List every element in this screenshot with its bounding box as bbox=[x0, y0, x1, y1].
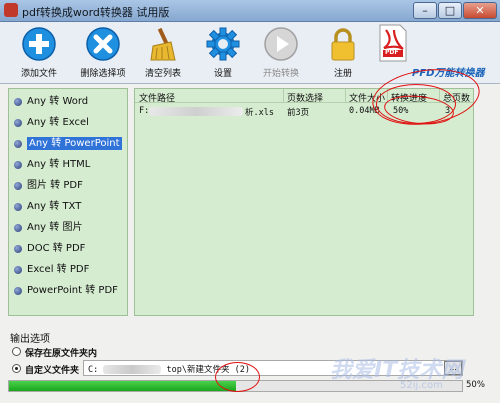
save-original-radio[interactable] bbox=[12, 347, 21, 356]
close-button[interactable]: ✕ bbox=[463, 2, 497, 19]
custom-folder-radio[interactable] bbox=[12, 364, 21, 373]
pdf-logo: PDF bbox=[378, 24, 408, 62]
window-title: pdf转换成word转换器 试用版 bbox=[22, 6, 170, 19]
bullet-icon bbox=[14, 119, 22, 127]
nav-any-to-word[interactable]: Any 转 Word bbox=[11, 93, 125, 111]
output-options-label: 输出选项 bbox=[10, 334, 50, 345]
gear-icon bbox=[206, 27, 240, 61]
annotation-circle bbox=[215, 362, 260, 392]
bullet-icon bbox=[14, 182, 22, 190]
nav-any-to-html[interactable]: Any 转 HTML bbox=[11, 156, 125, 174]
add-file-button[interactable]: 添加文件 bbox=[8, 26, 70, 82]
delete-icon bbox=[86, 27, 120, 61]
custom-folder-label[interactable]: 自定义文件夹 bbox=[25, 363, 79, 376]
nav-powerpoint-to-pdf[interactable]: PowerPoint 转 PDF bbox=[11, 282, 125, 300]
progress-fill bbox=[9, 381, 236, 391]
broom-icon bbox=[150, 27, 176, 61]
clear-list-button[interactable]: 清空列表 bbox=[132, 26, 194, 82]
title-bar: pdf转换成word转换器 试用版 – □ ✕ bbox=[0, 0, 500, 22]
nav-doc-to-pdf[interactable]: DOC 转 PDF bbox=[11, 240, 125, 258]
bullet-icon bbox=[14, 224, 22, 232]
delete-selected-button[interactable]: 删除选择项 bbox=[72, 26, 134, 82]
settings-button[interactable]: 设置 bbox=[192, 26, 254, 82]
play-icon bbox=[264, 27, 298, 61]
bullet-icon bbox=[14, 98, 22, 106]
bullet-icon bbox=[14, 266, 22, 274]
nav-any-to-txt[interactable]: Any 转 TXT bbox=[11, 198, 125, 216]
bullet-icon bbox=[14, 287, 22, 295]
nav-any-to-excel[interactable]: Any 转 Excel bbox=[11, 114, 125, 132]
nav-any-to-image[interactable]: Any 转 图片 bbox=[11, 219, 125, 237]
bullet-icon bbox=[14, 140, 22, 148]
bullet-icon bbox=[14, 245, 22, 253]
redacted-path bbox=[149, 107, 243, 116]
maximize-button[interactable]: □ bbox=[438, 2, 462, 19]
column-header-pages[interactable]: 页数选择 bbox=[287, 91, 323, 104]
register-button[interactable]: 注册 bbox=[312, 26, 374, 82]
watermark-url: 52ij.com bbox=[400, 380, 443, 391]
conversion-type-list: Any 转 Word Any 转 Excel Any 转 PowerPoint … bbox=[8, 88, 128, 316]
save-original-label[interactable]: 保存在原文件夹内 bbox=[25, 346, 97, 359]
redacted-path bbox=[103, 365, 162, 374]
bullet-icon bbox=[14, 161, 22, 169]
nav-excel-to-pdf[interactable]: Excel 转 PDF bbox=[11, 261, 125, 279]
progress-percent: 50% bbox=[466, 380, 485, 390]
pdf-logo-text: PDF bbox=[385, 49, 399, 56]
nav-image-to-pdf[interactable]: 图片 转 PDF bbox=[11, 177, 125, 195]
lock-icon bbox=[331, 28, 355, 61]
watermark: 我爱IT技术网 bbox=[330, 358, 464, 383]
add-icon bbox=[22, 27, 56, 61]
app-icon bbox=[4, 3, 18, 17]
pdf-file-icon bbox=[379, 24, 407, 62]
bullet-icon bbox=[14, 203, 22, 211]
column-header-path[interactable]: 文件路径 bbox=[139, 91, 175, 104]
nav-any-to-powerpoint[interactable]: Any 转 PowerPoint bbox=[11, 135, 125, 153]
start-convert-button[interactable]: 开始转换 bbox=[250, 26, 312, 82]
minimize-button[interactable]: – bbox=[413, 2, 437, 19]
